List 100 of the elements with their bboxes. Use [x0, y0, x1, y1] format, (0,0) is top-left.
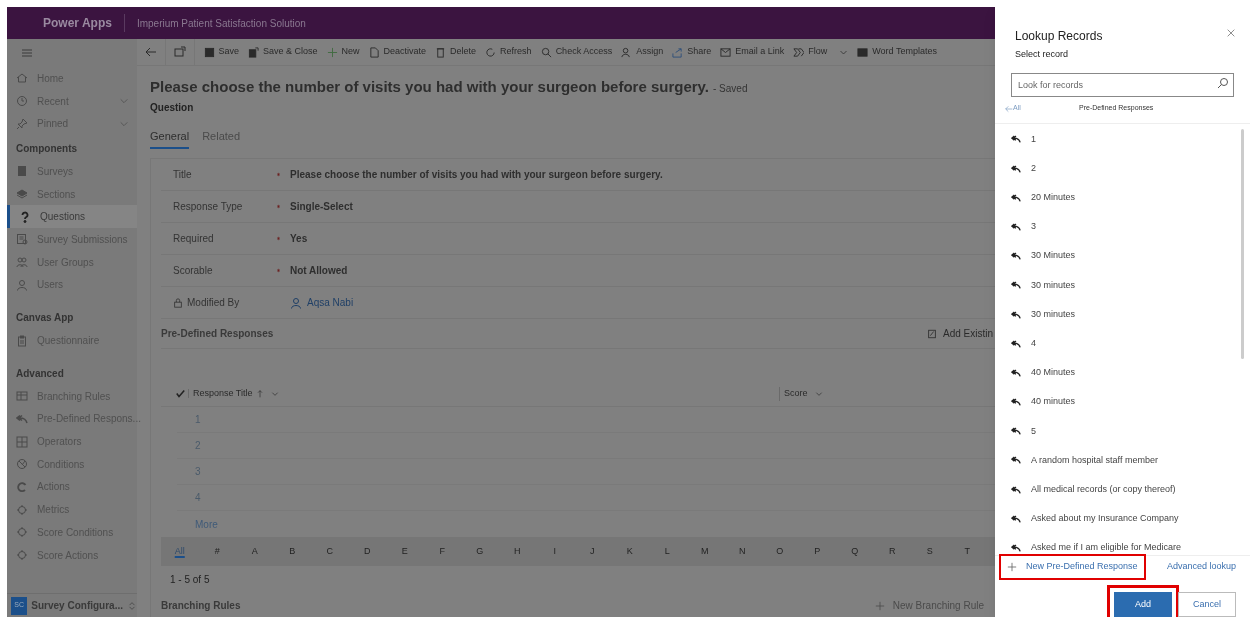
toolbar-button[interactable]: Delete [430, 39, 481, 65]
toolbar-button[interactable]: Save & Close [243, 39, 323, 65]
letter-filter[interactable]: B [273, 544, 311, 559]
column-header[interactable]: Response Title [189, 386, 779, 401]
record-item[interactable]: 30 Minutes [995, 241, 1250, 271]
record-item[interactable]: 30 minutes [995, 299, 1250, 330]
letter-filter[interactable]: C [311, 544, 349, 559]
field-label: Title [173, 168, 192, 182]
pin-icon [16, 117, 28, 130]
letter-filter[interactable]: H [498, 544, 536, 559]
advanced-lookup-link[interactable]: Advanced lookup [1166, 560, 1236, 574]
record-item[interactable]: 3 [995, 212, 1250, 242]
close-icon [1226, 28, 1236, 38]
record-item[interactable]: Asked me if I am eligible for Medicare [995, 533, 1250, 555]
reply-icon [1011, 338, 1021, 349]
letter-filter[interactable]: L [648, 544, 686, 559]
toolbar-button[interactable]: New [322, 39, 365, 65]
record-item[interactable]: 30 minutes [995, 270, 1250, 300]
column-header[interactable]: Score [779, 386, 823, 401]
add-button[interactable]: Add [1114, 592, 1172, 617]
letter-filter[interactable]: E [386, 544, 424, 559]
chevron-down-icon [814, 389, 823, 398]
record-count: 1 - 5 of 5 [170, 572, 210, 587]
field-value: Yes [290, 232, 308, 246]
toolbar-button[interactable]: Flow [788, 39, 853, 65]
record-item[interactable]: 5 [995, 416, 1250, 446]
person-icon [290, 296, 302, 309]
letter-filter[interactable]: T [948, 544, 986, 559]
more-link[interactable]: More [195, 516, 218, 532]
letter-filter[interactable]: F [423, 544, 461, 559]
search-field[interactable]: Look for records [1011, 72, 1234, 97]
toolbar-button[interactable]: Word Templates [852, 39, 942, 65]
toolbar-button[interactable]: Assign [616, 39, 668, 65]
reply-icon [1011, 280, 1021, 291]
environment-switcher[interactable]: Survey Configura... [31, 598, 123, 613]
reply-icon [1011, 543, 1021, 553]
letter-filter[interactable]: Q [836, 544, 874, 559]
reply-icon [1011, 397, 1021, 408]
save-status: - Saved [713, 82, 748, 96]
popout-icon [174, 46, 186, 58]
nav-item[interactable]: Questions [7, 205, 137, 229]
section-title: Branching Rules [161, 599, 242, 613]
cancel-button[interactable]: Cancel [1178, 592, 1236, 617]
user-link[interactable]: Aqsa Nabi [290, 295, 354, 310]
new-record-button[interactable]: New Pre-Defined Response [1001, 556, 1144, 578]
tab[interactable]: General [150, 127, 190, 149]
plus-icon [874, 600, 885, 611]
close-button[interactable] [1226, 27, 1236, 39]
reply-icon [1011, 221, 1021, 232]
record-item[interactable]: 40 minutes [995, 387, 1250, 417]
record-item[interactable]: 1 [995, 124, 1250, 154]
record-item[interactable]: Asked about my Insurance Company [995, 504, 1250, 534]
toolbar-button[interactable]: Share [667, 39, 716, 65]
save-icon [203, 46, 215, 58]
letter-filter[interactable]: J [573, 544, 611, 559]
email-icon [720, 46, 732, 58]
record-item[interactable]: 40 Minutes [995, 358, 1250, 388]
toolbar-button[interactable]: Save [199, 39, 244, 65]
toolbar-button[interactable]: Check Access [536, 39, 617, 65]
letter-filter[interactable]: S [911, 544, 949, 559]
reply-icon [1011, 367, 1021, 378]
letter-filter[interactable]: N [723, 544, 761, 559]
solution-name: Imperium Patient Satisfaction Solution [136, 16, 306, 31]
letter-filter[interactable]: I [536, 544, 574, 559]
letter-filter[interactable]: M [686, 544, 724, 559]
record-item[interactable]: 2 [995, 154, 1250, 184]
letter-filter[interactable]: D [348, 544, 386, 559]
letter-filter[interactable]: G [461, 544, 499, 559]
clock-icon [16, 95, 28, 108]
letter-filter[interactable]: K [611, 544, 649, 559]
home-icon [16, 72, 28, 85]
app-name[interactable]: Power Apps [43, 14, 125, 32]
toolbar-button[interactable]: Refresh [480, 39, 537, 65]
add-existing-button[interactable]: Add Existin [926, 326, 993, 341]
field-value: Not Allowed [290, 264, 348, 278]
record-item[interactable]: All medical records (or copy thereof) [995, 475, 1250, 505]
field-label: Required [173, 232, 214, 246]
record-item[interactable]: 20 Minutes [995, 183, 1250, 213]
letter-filter[interactable]: All [161, 544, 199, 559]
field-label: Modified By [187, 296, 240, 310]
reply-icon [1011, 484, 1021, 495]
letter-filter[interactable]: R [873, 544, 911, 559]
record-item[interactable]: A random hospital staff member [995, 445, 1250, 476]
reply-icon [16, 412, 28, 425]
record-item[interactable]: 4 [995, 329, 1250, 359]
scrollbar-thumb[interactable] [1241, 128, 1244, 359]
plus-icon [1007, 562, 1017, 572]
letter-filter[interactable]: O [761, 544, 799, 559]
reply-icon [1011, 309, 1021, 320]
share-icon [672, 46, 684, 58]
letter-filter[interactable]: A [236, 544, 274, 559]
letter-filter[interactable]: # [198, 544, 236, 559]
up-down-icon [127, 600, 137, 611]
letter-filter[interactable]: P [798, 544, 836, 559]
panel-subtitle: Select record [1015, 48, 1070, 61]
chevron-down-icon [270, 389, 279, 398]
toolbar-button[interactable]: Deactivate [364, 39, 431, 65]
toolbar-button[interactable]: Email a Link [715, 39, 789, 65]
back-arrow-icon [1005, 104, 1013, 113]
checkmark-icon [176, 389, 185, 398]
